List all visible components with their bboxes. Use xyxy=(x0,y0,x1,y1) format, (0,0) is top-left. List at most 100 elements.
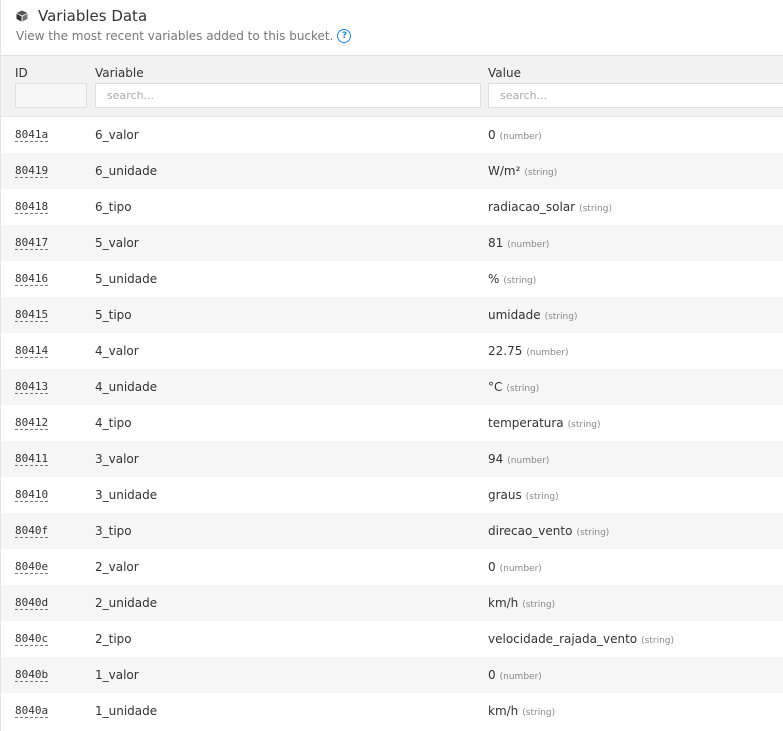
row-value-type: (string) xyxy=(525,492,559,502)
table-row: 80417 5_valor 81 (number) xyxy=(1,225,783,261)
row-value-cell: graus (string) xyxy=(488,488,559,502)
table-row: 80410 3_unidade graus (string) xyxy=(1,477,783,513)
row-value-cell: km/h (string) xyxy=(488,704,555,718)
row-id-link[interactable]: 8040a xyxy=(15,704,49,718)
row-id-link[interactable]: 8040f xyxy=(15,524,49,538)
page-subtitle: View the most recent variables added to … xyxy=(16,29,334,43)
row-variable: 1_unidade xyxy=(95,704,158,718)
row-value-type: (string) xyxy=(576,528,610,538)
row-value: direcao_vento xyxy=(488,524,573,538)
row-value-cell: W/m² (string) xyxy=(488,164,557,178)
row-value-cell: 0 (number) xyxy=(488,668,542,682)
row-variable: 2_unidade xyxy=(95,596,158,610)
table-row: 8040a 1_unidade km/h (string) xyxy=(1,693,783,729)
column-header-variable[interactable]: Variable xyxy=(95,66,144,80)
table-row: 80412 4_tipo temperatura (string) xyxy=(1,405,783,441)
table-header: ID Variable Value xyxy=(1,56,783,117)
row-id-link[interactable]: 80410 xyxy=(15,488,49,502)
row-variable: 4_unidade xyxy=(95,380,158,394)
row-value-cell: radiacao_solar (string) xyxy=(488,200,612,214)
row-value-type: (string) xyxy=(641,636,675,646)
table-row: 8040d 2_unidade km/h (string) xyxy=(1,585,783,621)
row-id-link[interactable]: 80414 xyxy=(15,344,49,358)
row-value-cell: umidade (string) xyxy=(488,308,577,322)
variable-search-input[interactable] xyxy=(95,83,481,108)
title-row: Variables Data xyxy=(16,0,783,30)
table-row: 80418 6_tipo radiacao_solar (string) xyxy=(1,189,783,225)
table-row: 80414 4_valor 22.75 (number) xyxy=(1,333,783,369)
row-variable: 4_tipo xyxy=(95,416,132,430)
row-variable: 3_tipo xyxy=(95,524,132,538)
row-value: 94 xyxy=(488,452,504,466)
row-id-link[interactable]: 80419 xyxy=(15,164,49,178)
row-value-cell: 81 (number) xyxy=(488,236,549,250)
row-value: radiacao_solar xyxy=(488,200,576,214)
row-value-type: (number) xyxy=(507,456,550,466)
row-value: 81 xyxy=(488,236,504,250)
table-row: 8040c 2_tipo velocidade_rajada_vento (strin… xyxy=(1,621,783,657)
row-value-type: (string) xyxy=(503,276,537,286)
table-row: 8040f 3_tipo direcao_vento (string) xyxy=(1,513,783,549)
row-variable: 5_tipo xyxy=(95,308,132,322)
row-id-link[interactable]: 8040e xyxy=(15,560,49,574)
row-variable: 6_unidade xyxy=(95,164,158,178)
table-row: 80411 3_valor 94 (number) xyxy=(1,441,783,477)
help-circle-icon[interactable]: ? xyxy=(337,29,352,43)
row-value: graus xyxy=(488,488,522,502)
row-id-link[interactable]: 80412 xyxy=(15,416,49,430)
row-id-link[interactable]: 8040c xyxy=(15,632,49,646)
table-body: 8041a 6_valor 0 (number) 80419 6_unidade W/m²(… xyxy=(1,117,783,729)
row-id-link[interactable]: 8040d xyxy=(15,596,49,610)
row-value-cell: °C (string) xyxy=(488,380,539,394)
row-value: W/m² xyxy=(488,164,521,178)
row-value: km/h xyxy=(488,704,519,718)
row-value-type: (string) xyxy=(544,312,578,322)
row-id-link[interactable]: 80413 xyxy=(15,380,49,394)
value-search-input[interactable] xyxy=(488,83,783,108)
row-id-link[interactable]: 8041a xyxy=(15,128,49,142)
row-value: 22.75 xyxy=(488,344,523,358)
table-row: 80415 5_tipo umidade (string) xyxy=(1,297,783,333)
row-variable: 3_valor xyxy=(95,452,139,466)
row-value-type: (number) xyxy=(499,564,542,574)
subtitle-row: View the most recent variables added to … xyxy=(16,29,783,43)
column-header-id[interactable]: ID xyxy=(15,66,28,80)
column-header-value[interactable]: Value xyxy=(488,66,521,80)
table-row: 80419 6_unidade W/m² (string) xyxy=(1,153,783,189)
row-id-link[interactable]: 80417 xyxy=(15,236,49,250)
row-value-cell: % (string) xyxy=(488,272,536,286)
id-filter-cell xyxy=(15,83,87,108)
cube-icon xyxy=(16,9,30,23)
row-value-cell: 0 (number) xyxy=(488,560,542,574)
row-value-type: (string) xyxy=(522,708,556,718)
row-variable: 1_valor xyxy=(95,668,139,682)
row-value: temperatura xyxy=(488,416,564,430)
panel-header: Variables Data View the most recent vari… xyxy=(1,0,783,56)
row-value: 0 xyxy=(488,668,496,682)
row-value-cell: 22.75 (number) xyxy=(488,344,569,358)
row-id-link[interactable]: 80416 xyxy=(15,272,49,286)
row-value-type: (number) xyxy=(499,672,542,682)
table-row: 80413 4_unidade °C (string) xyxy=(1,369,783,405)
variables-panel: Variables Data View the most recent vari… xyxy=(0,0,783,731)
table-row: 80416 5_unidade % (string) xyxy=(1,261,783,297)
row-value-type: (number) xyxy=(499,132,542,142)
row-variable: 6_tipo xyxy=(95,200,132,214)
row-value-type: (number) xyxy=(526,348,569,358)
row-value-cell: km/h (string) xyxy=(488,596,555,610)
row-variable: 6_valor xyxy=(95,128,139,142)
row-id-link[interactable]: 80415 xyxy=(15,308,49,322)
row-value-cell: temperatura (string) xyxy=(488,416,601,430)
row-id-link[interactable]: 80411 xyxy=(15,452,49,466)
row-value: 0 xyxy=(488,128,496,142)
row-id-link[interactable]: 8040b xyxy=(15,668,49,682)
table-row: 8040b 1_valor 0 (number) xyxy=(1,657,783,693)
row-variable: 2_tipo xyxy=(95,632,132,646)
row-value-type: (string) xyxy=(522,600,556,610)
row-value: °C xyxy=(488,380,503,394)
row-variable: 4_valor xyxy=(95,344,139,358)
row-variable: 5_valor xyxy=(95,236,139,250)
row-variable: 5_unidade xyxy=(95,272,158,286)
row-id-link[interactable]: 80418 xyxy=(15,200,49,214)
row-value-cell: direcao_vento (string) xyxy=(488,524,609,538)
